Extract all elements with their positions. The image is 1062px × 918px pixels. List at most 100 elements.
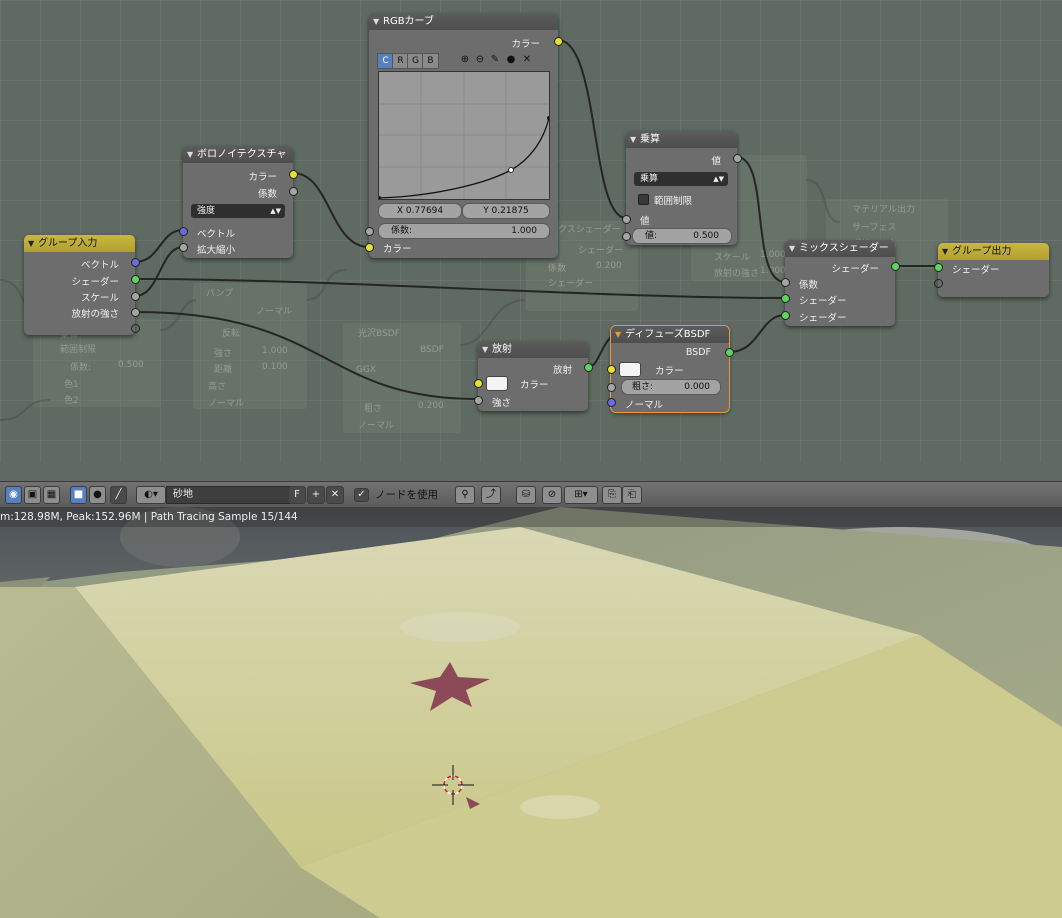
paste-nodes-icon[interactable]: ⎗ <box>622 486 642 504</box>
value-label: 値: <box>645 231 658 241</box>
pin-icon[interactable]: ⚲ <box>455 486 475 504</box>
node-editor-canvas[interactable]: 乗算 範囲制限 係数: 0.500 色1 色2 バンプ ノーマル 反転 強さ 1… <box>0 0 1062 462</box>
output-label: 放射の強さ <box>71 309 119 320</box>
socket-value[interactable] <box>131 308 140 317</box>
node-title: グループ出力 <box>952 246 1012 257</box>
rgb-curves-node[interactable]: ▼ RGBカーブ カラー C R G B ⊕ ⊖ ✎ ● ✕ X 0.77694 … <box>365 13 563 258</box>
channel-b-button[interactable]: B <box>422 53 439 69</box>
socket-value[interactable] <box>622 232 631 241</box>
socket-value[interactable] <box>179 243 188 252</box>
wrench-icon[interactable]: ✎ <box>489 54 501 66</box>
3d-viewport[interactable] <box>0 507 1062 918</box>
node-header[interactable]: ▼ ディフューズBSDF <box>611 326 729 343</box>
line-style-icon[interactable]: ╱ <box>110 486 127 504</box>
fake-user-button[interactable]: F <box>288 486 306 504</box>
dropdown-value: 強度 <box>197 206 216 216</box>
editor-separator[interactable] <box>0 462 1062 481</box>
socket-vector[interactable] <box>607 398 616 407</box>
group-output-node[interactable]: ▼ グループ出力 シェーダー <box>934 243 1049 297</box>
world-icon[interactable]: ● <box>89 486 106 504</box>
node-header[interactable]: ▼ 乗算 <box>626 131 737 148</box>
socket-value[interactable] <box>733 154 742 163</box>
object-icon[interactable]: ■ <box>70 486 87 504</box>
zoom-out-icon[interactable]: ⊖ <box>474 54 486 66</box>
node-title: 乗算 <box>640 134 660 145</box>
node-title: ディフューズBSDF <box>625 329 711 340</box>
input-label: シェーダー <box>799 313 847 324</box>
clamp-label: 範囲制限 <box>654 196 693 207</box>
socket-empty[interactable] <box>934 279 943 288</box>
unlink-material-icon[interactable]: ✕ <box>326 486 344 504</box>
socket-color[interactable] <box>554 37 563 46</box>
node-header[interactable]: ▼ グループ入力 <box>24 235 135 252</box>
socket-empty[interactable] <box>131 324 140 333</box>
roughness-label: 粗さ: <box>632 382 654 392</box>
copy-nodes-icon[interactable]: ⎘ <box>602 486 622 504</box>
emission-node[interactable]: ▼ 放射 放射 カラー 強さ <box>474 341 593 411</box>
rendered-scene <box>0 507 1062 918</box>
factor-value: 1.000 <box>511 226 537 236</box>
factor-field[interactable]: 係数: 1.000 <box>378 223 550 239</box>
parent-node-icon[interactable]: ⤴ <box>481 486 501 504</box>
socket-shader[interactable] <box>781 311 790 320</box>
output-label: 係数 <box>257 189 277 200</box>
voronoi-texture-node[interactable]: ▼ ボロノイテクスチャ カラー 係数 強度 ▲▼ ベクトル 拡大縮小 <box>179 146 298 258</box>
socket-vector[interactable] <box>179 227 188 236</box>
shader-tree-icon[interactable]: ◉ <box>5 486 22 504</box>
math-multiply-node[interactable]: ▼ 乗算 値 乗算 ▲▼ 範囲制限 値 値: 0.500 <box>622 131 742 245</box>
close-icon[interactable]: ✕ <box>521 54 533 66</box>
socket-value[interactable] <box>365 227 374 236</box>
use-nodes-label: ノードを使用 <box>375 489 438 501</box>
socket-shader[interactable] <box>934 263 943 272</box>
socket-value[interactable] <box>607 383 616 392</box>
output-label: シェーダー <box>71 277 119 288</box>
curve-x-field[interactable]: X 0.77694 <box>378 203 462 219</box>
material-browse-icon[interactable]: ◐▾ <box>136 486 166 504</box>
socket-color[interactable] <box>365 243 374 252</box>
curve-y-field[interactable]: Y 0.21875 <box>462 203 550 219</box>
socket-value[interactable] <box>474 396 483 405</box>
snap-icon[interactable]: ⊘ <box>542 486 562 504</box>
backdrop-icon[interactable]: ⛁ <box>516 486 536 504</box>
curve-graph[interactable] <box>378 71 550 200</box>
socket-value[interactable] <box>781 278 790 287</box>
add-material-icon[interactable]: + <box>307 486 325 504</box>
socket-color[interactable] <box>607 365 616 374</box>
socket-shader[interactable] <box>891 262 900 271</box>
mix-shader-node[interactable]: ▼ ミックスシェーダー シェーダー 係数 シェーダー シェーダー <box>781 240 900 326</box>
operation-dropdown[interactable]: 乗算 ▲▼ <box>634 172 728 186</box>
socket-value[interactable] <box>131 292 140 301</box>
socket-shader[interactable] <box>725 348 734 357</box>
socket-shader[interactable] <box>781 294 790 303</box>
group-input-node[interactable]: ▼ グループ入力 ベクトル シェーダー スケール 放射の強さ <box>24 235 140 335</box>
value-field[interactable]: 値: 0.500 <box>632 228 732 244</box>
roughness-field[interactable]: 粗さ: 0.000 <box>621 379 721 395</box>
node-header[interactable]: ▼ ボロノイテクスチャ <box>183 146 293 163</box>
socket-shader[interactable] <box>584 363 593 372</box>
socket-value[interactable] <box>289 187 298 196</box>
color-swatch[interactable] <box>486 376 508 391</box>
zoom-in-icon[interactable]: ⊕ <box>459 54 471 66</box>
socket-color[interactable] <box>474 379 483 388</box>
dot-icon[interactable]: ● <box>505 54 517 66</box>
socket-shader[interactable] <box>131 275 140 284</box>
clamp-checkbox[interactable] <box>638 194 649 205</box>
node-header[interactable]: ▼ RGBカーブ <box>369 13 558 30</box>
texture-tree-icon[interactable]: ▦ <box>43 486 60 504</box>
diffuse-bsdf-node[interactable]: ▼ ディフューズBSDF BSDF カラー 粗さ: 0.000 ノーマル <box>607 325 734 413</box>
node-header[interactable]: ▼ ミックスシェーダー <box>785 240 895 257</box>
output-label: 値 <box>711 156 721 167</box>
socket-vector[interactable] <box>131 258 140 267</box>
socket-value[interactable] <box>622 215 631 224</box>
node-header[interactable]: ▼ グループ出力 <box>938 243 1049 260</box>
color-swatch[interactable] <box>619 362 641 377</box>
use-nodes-checkbox[interactable]: ✓ <box>354 488 369 502</box>
input-label: 強さ <box>492 398 512 409</box>
material-name-field[interactable]: 砂地 <box>166 486 292 504</box>
node-header[interactable]: ▼ 放射 <box>478 341 588 358</box>
compositing-tree-icon[interactable]: ▣ <box>24 486 41 504</box>
socket-color[interactable] <box>289 170 298 179</box>
node-title: グループ入力 <box>38 238 98 249</box>
snap-element-icon[interactable]: ⊞▾ <box>564 486 598 504</box>
coloring-dropdown[interactable]: 強度 ▲▼ <box>191 204 285 218</box>
